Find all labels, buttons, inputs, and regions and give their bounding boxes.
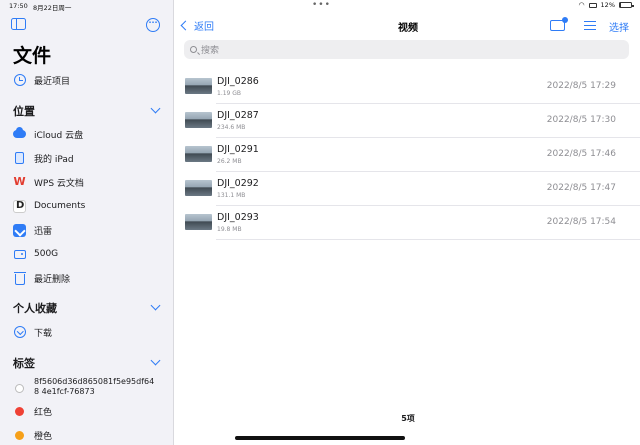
multitasking-dots-icon[interactable]: ••• <box>312 0 331 10</box>
file-row[interactable]: DJI_0287 234.6 MB 2022/8/5 17:30 <box>184 104 640 138</box>
section-header-locations[interactable]: 位置 <box>13 103 35 119</box>
file-size: 26.2 MB <box>217 158 242 165</box>
ipad-icon <box>13 152 26 165</box>
sidebar-item-downloads[interactable]: 下载 <box>13 323 52 341</box>
file-name: DJI_0293 <box>217 212 259 223</box>
file-date: 2022/8/5 17:30 <box>546 115 616 125</box>
file-date: 2022/8/5 17:47 <box>546 183 616 193</box>
back-button[interactable]: 返回 <box>180 18 214 33</box>
chevron-down-icon[interactable] <box>150 300 161 311</box>
file-row[interactable]: DJI_0286 1.19 GB 2022/8/5 17:29 <box>184 70 640 104</box>
sidebar-item-documents[interactable]: Documents <box>13 197 85 215</box>
sidebar-toggle-icon[interactable] <box>11 18 26 30</box>
status-date: 8月22日周一 <box>33 4 72 12</box>
sidebar-item-wps[interactable]: W WPS 云文档 <box>13 173 84 191</box>
sidebar-item-tag-orange[interactable]: 橙色 <box>13 426 52 444</box>
tag-dot-icon <box>13 382 26 395</box>
file-row[interactable]: DJI_0293 19.8 MB 2022/8/5 17:54 <box>184 206 640 240</box>
file-size: 1.19 GB <box>217 90 242 97</box>
file-date: 2022/8/5 17:54 <box>546 217 616 227</box>
file-name: DJI_0286 <box>217 76 259 87</box>
video-thumbnail <box>185 180 212 196</box>
search-icon <box>190 46 197 53</box>
sidebar-item-my-ipad[interactable]: 我的 iPad <box>13 149 74 167</box>
video-thumbnail <box>185 146 212 162</box>
sidebar-item-tag[interactable]: 8f5606d36d865081f5e95df648 4e1fcf-76873 <box>13 377 158 399</box>
sidebar-item-label: 最近删除 <box>34 274 71 285</box>
item-count: 5项 <box>401 414 415 423</box>
page-title: 视频 <box>398 23 418 34</box>
battery-percent: 12% <box>600 1 615 9</box>
sidebar-item-label: iCloud 云盘 <box>34 130 84 141</box>
chevron-left-icon <box>180 20 191 31</box>
sidebar-item-label: 最近项目 <box>34 76 71 87</box>
clock-icon <box>13 74 26 87</box>
list-view-icon[interactable] <box>584 21 596 30</box>
sidebar-item-xunlei[interactable]: 迅雷 <box>13 221 52 239</box>
documents-app-icon <box>13 199 26 213</box>
sidebar-item-label: 500G <box>34 249 59 259</box>
xunlei-icon <box>13 223 26 237</box>
sidebar: ··· 文件 最近项目 位置 iCloud 云盘 我的 iPad W WPS 云… <box>0 0 174 445</box>
sidebar-title: 文件 <box>13 45 52 67</box>
tag-dot-icon <box>13 405 26 418</box>
file-name: DJI_0292 <box>217 178 259 189</box>
sidebar-item-recently-deleted[interactable]: 最近删除 <box>13 269 70 287</box>
sidebar-item-label: 红色 <box>34 407 53 418</box>
video-thumbnail <box>185 112 212 128</box>
sidebar-item-label: 我的 iPad <box>34 154 74 165</box>
chevron-down-icon[interactable] <box>150 355 161 366</box>
search-placeholder: 搜索 <box>201 46 220 56</box>
file-date: 2022/8/5 17:29 <box>546 81 616 91</box>
sidebar-item-tag-red[interactable]: 红色 <box>13 402 52 420</box>
section-header-favorites[interactable]: 个人收藏 <box>13 300 57 316</box>
sidebar-item-500g[interactable]: 500G <box>13 245 58 263</box>
more-options-icon[interactable]: ··· <box>146 18 160 32</box>
section-header-tags[interactable]: 标签 <box>13 355 35 371</box>
battery-icon <box>619 2 634 8</box>
file-date: 2022/8/5 17:46 <box>546 149 616 159</box>
file-row[interactable]: DJI_0291 26.2 MB 2022/8/5 17:46 <box>184 138 640 172</box>
trash-icon <box>13 271 26 285</box>
home-indicator[interactable] <box>235 436 405 440</box>
select-button[interactable]: 选择 <box>609 19 629 34</box>
status-bar: 17:50 8月22日周一 ••• ◠ 12% <box>0 0 640 12</box>
file-row[interactable]: DJI_0292 131.1 MB 2022/8/5 17:47 <box>184 172 640 206</box>
chevron-down-icon[interactable] <box>150 103 161 114</box>
video-thumbnail <box>185 78 212 94</box>
sidebar-item-label: WPS 云文档 <box>34 178 84 189</box>
back-label: 返回 <box>194 22 214 33</box>
file-size: 131.1 MB <box>217 192 246 199</box>
new-folder-icon[interactable] <box>550 17 568 31</box>
sidebar-item-label: 8f5606d36d865081f5e95df648 4e1fcf-76873 <box>34 377 155 396</box>
file-name: DJI_0291 <box>217 144 259 155</box>
sidebar-item-label: 橙色 <box>34 431 53 442</box>
file-size: 19.8 MB <box>217 226 242 233</box>
file-size: 234.6 MB <box>217 124 246 131</box>
search-input[interactable]: 搜索 <box>184 40 629 59</box>
sidebar-item-icloud[interactable]: iCloud 云盘 <box>13 125 83 143</box>
status-time: 17:50 <box>9 2 28 10</box>
sidebar-item-label: Documents <box>34 201 86 211</box>
external-drive-icon <box>13 248 26 261</box>
status-right: ◠ 12% <box>578 1 634 9</box>
download-icon <box>13 326 26 339</box>
icloud-icon <box>13 127 26 141</box>
screen-icon <box>588 2 597 8</box>
file-name: DJI_0287 <box>217 110 259 121</box>
tag-dot-icon <box>13 429 26 442</box>
wps-icon: W <box>13 175 26 188</box>
sidebar-item-recents[interactable]: 最近项目 <box>13 71 70 89</box>
sidebar-item-label: 迅雷 <box>34 226 53 237</box>
divider <box>216 239 640 240</box>
wifi-icon: ◠ <box>578 1 585 9</box>
video-thumbnail <box>185 214 212 230</box>
sidebar-item-label: 下载 <box>34 328 53 339</box>
